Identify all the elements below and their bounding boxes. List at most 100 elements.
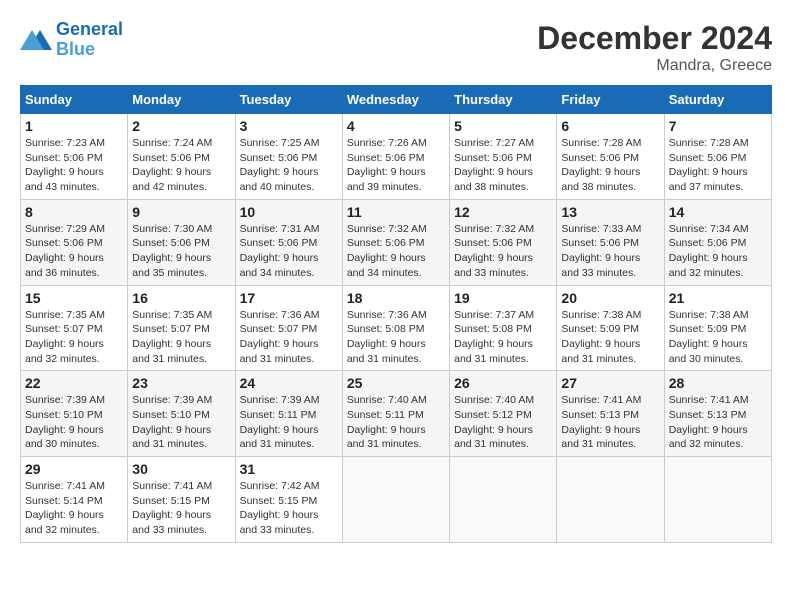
day-info: Sunrise: 7:27 AM Sunset: 5:06 PM Dayligh…	[454, 136, 552, 195]
day-info: Sunrise: 7:33 AM Sunset: 5:06 PM Dayligh…	[561, 222, 659, 281]
day-number: 31	[240, 461, 338, 477]
day-info: Sunrise: 7:35 AM Sunset: 5:07 PM Dayligh…	[25, 308, 123, 367]
calendar-cell: 4 Sunrise: 7:26 AM Sunset: 5:06 PM Daylig…	[342, 114, 449, 200]
day-number: 21	[669, 290, 767, 306]
day-number: 1	[25, 118, 123, 134]
day-number: 7	[669, 118, 767, 134]
day-info: Sunrise: 7:32 AM Sunset: 5:06 PM Dayligh…	[454, 222, 552, 281]
day-info: Sunrise: 7:28 AM Sunset: 5:06 PM Dayligh…	[669, 136, 767, 195]
calendar-cell: 26 Sunrise: 7:40 AM Sunset: 5:12 PM Dayli…	[450, 371, 557, 457]
day-number: 20	[561, 290, 659, 306]
day-number: 22	[25, 375, 123, 391]
calendar-cell: 16Sunrise: 7:35 AM Sunset: 5:07 PM Dayli…	[128, 285, 235, 371]
day-info: Sunrise: 7:42 AM Sunset: 5:15 PM Dayligh…	[240, 479, 338, 538]
day-info: Sunrise: 7:29 AM Sunset: 5:06 PM Dayligh…	[25, 222, 123, 281]
calendar-cell: 2Sunrise: 7:24 AM Sunset: 5:06 PM Daylig…	[128, 114, 235, 200]
day-info: Sunrise: 7:26 AM Sunset: 5:06 PM Dayligh…	[347, 136, 445, 195]
calendar-cell: 22 Sunrise: 7:39 AM Sunset: 5:10 PM Dayli…	[21, 371, 128, 457]
weekday-label: Tuesday	[235, 86, 342, 114]
day-info: Sunrise: 7:25 AM Sunset: 5:06 PM Dayligh…	[240, 136, 338, 195]
location: Mandra, Greece	[537, 57, 772, 75]
day-info: Sunrise: 7:31 AM Sunset: 5:06 PM Dayligh…	[240, 222, 338, 281]
calendar-cell: 21 Sunrise: 7:38 AM Sunset: 5:09 PM Dayli…	[664, 285, 771, 371]
logo: General Blue	[20, 20, 123, 60]
calendar-cell: 8 Sunrise: 7:29 AM Sunset: 5:06 PM Daylig…	[21, 199, 128, 285]
day-number: 2	[132, 118, 230, 134]
weekday-header-row: SundayMondayTuesdayWednesdayThursdayFrid…	[21, 86, 772, 114]
day-number: 17	[240, 290, 338, 306]
calendar-week-row: 29 Sunrise: 7:41 AM Sunset: 5:14 PM Dayli…	[21, 457, 772, 543]
day-number: 12	[454, 204, 552, 220]
weekday-label: Sunday	[21, 86, 128, 114]
day-number: 8	[25, 204, 123, 220]
calendar-cell: 12 Sunrise: 7:32 AM Sunset: 5:06 PM Dayli…	[450, 199, 557, 285]
calendar-cell: 13 Sunrise: 7:33 AM Sunset: 5:06 PM Dayli…	[557, 199, 664, 285]
day-info: Sunrise: 7:23 AM Sunset: 5:06 PM Dayligh…	[25, 136, 123, 195]
day-info: Sunrise: 7:36 AM Sunset: 5:07 PM Dayligh…	[240, 308, 338, 367]
month-title: December 2024	[537, 20, 772, 57]
calendar-body: 1 Sunrise: 7:23 AM Sunset: 5:06 PM Daylig…	[21, 114, 772, 543]
calendar-week-row: 22 Sunrise: 7:39 AM Sunset: 5:10 PM Dayli…	[21, 371, 772, 457]
calendar-cell: 14Sunrise: 7:34 AM Sunset: 5:06 PM Dayli…	[664, 199, 771, 285]
calendar-cell: 3Sunrise: 7:25 AM Sunset: 5:06 PM Daylig…	[235, 114, 342, 200]
calendar-cell: 10 Sunrise: 7:31 AM Sunset: 5:06 PM Dayli…	[235, 199, 342, 285]
day-number: 25	[347, 375, 445, 391]
calendar-week-row: 8 Sunrise: 7:29 AM Sunset: 5:06 PM Daylig…	[21, 199, 772, 285]
day-info: Sunrise: 7:38 AM Sunset: 5:09 PM Dayligh…	[669, 308, 767, 367]
day-info: Sunrise: 7:39 AM Sunset: 5:10 PM Dayligh…	[132, 393, 230, 452]
calendar-cell: 18 Sunrise: 7:36 AM Sunset: 5:08 PM Dayli…	[342, 285, 449, 371]
day-number: 27	[561, 375, 659, 391]
day-number: 26	[454, 375, 552, 391]
day-number: 4	[347, 118, 445, 134]
day-info: Sunrise: 7:41 AM Sunset: 5:13 PM Dayligh…	[669, 393, 767, 452]
calendar-cell: 28 Sunrise: 7:41 AM Sunset: 5:13 PM Dayli…	[664, 371, 771, 457]
calendar-cell	[342, 457, 449, 543]
day-number: 29	[25, 461, 123, 477]
day-number: 15	[25, 290, 123, 306]
weekday-label: Monday	[128, 86, 235, 114]
day-info: Sunrise: 7:40 AM Sunset: 5:12 PM Dayligh…	[454, 393, 552, 452]
calendar-cell: 20 Sunrise: 7:38 AM Sunset: 5:09 PM Dayli…	[557, 285, 664, 371]
day-number: 18	[347, 290, 445, 306]
day-number: 19	[454, 290, 552, 306]
day-number: 28	[669, 375, 767, 391]
calendar-cell: 30Sunrise: 7:41 AM Sunset: 5:15 PM Dayli…	[128, 457, 235, 543]
calendar-cell: 15 Sunrise: 7:35 AM Sunset: 5:07 PM Dayli…	[21, 285, 128, 371]
calendar-cell: 17 Sunrise: 7:36 AM Sunset: 5:07 PM Dayli…	[235, 285, 342, 371]
day-info: Sunrise: 7:37 AM Sunset: 5:08 PM Dayligh…	[454, 308, 552, 367]
calendar-cell: 1 Sunrise: 7:23 AM Sunset: 5:06 PM Daylig…	[21, 114, 128, 200]
weekday-label: Friday	[557, 86, 664, 114]
calendar-cell: 7 Sunrise: 7:28 AM Sunset: 5:06 PM Daylig…	[664, 114, 771, 200]
calendar-cell: 5 Sunrise: 7:27 AM Sunset: 5:06 PM Daylig…	[450, 114, 557, 200]
calendar-cell: 6 Sunrise: 7:28 AM Sunset: 5:06 PM Daylig…	[557, 114, 664, 200]
calendar-cell	[450, 457, 557, 543]
day-number: 14	[669, 204, 767, 220]
day-info: Sunrise: 7:39 AM Sunset: 5:10 PM Dayligh…	[25, 393, 123, 452]
day-number: 10	[240, 204, 338, 220]
day-number: 13	[561, 204, 659, 220]
day-info: Sunrise: 7:38 AM Sunset: 5:09 PM Dayligh…	[561, 308, 659, 367]
calendar-week-row: 1 Sunrise: 7:23 AM Sunset: 5:06 PM Daylig…	[21, 114, 772, 200]
logo-text: General Blue	[56, 20, 123, 60]
day-number: 23	[132, 375, 230, 391]
day-number: 6	[561, 118, 659, 134]
calendar-cell	[664, 457, 771, 543]
day-info: Sunrise: 7:32 AM Sunset: 5:06 PM Dayligh…	[347, 222, 445, 281]
day-info: Sunrise: 7:36 AM Sunset: 5:08 PM Dayligh…	[347, 308, 445, 367]
day-info: Sunrise: 7:28 AM Sunset: 5:06 PM Dayligh…	[561, 136, 659, 195]
calendar-cell: 24Sunrise: 7:39 AM Sunset: 5:11 PM Dayli…	[235, 371, 342, 457]
page-header: General Blue December 2024 Mandra, Greec…	[20, 20, 772, 75]
calendar-cell: 11Sunrise: 7:32 AM Sunset: 5:06 PM Dayli…	[342, 199, 449, 285]
calendar-cell	[557, 457, 664, 543]
weekday-label: Saturday	[664, 86, 771, 114]
weekday-label: Thursday	[450, 86, 557, 114]
calendar-cell: 31 Sunrise: 7:42 AM Sunset: 5:15 PM Dayli…	[235, 457, 342, 543]
day-info: Sunrise: 7:39 AM Sunset: 5:11 PM Dayligh…	[240, 393, 338, 452]
day-info: Sunrise: 7:41 AM Sunset: 5:14 PM Dayligh…	[25, 479, 123, 538]
calendar-cell: 27Sunrise: 7:41 AM Sunset: 5:13 PM Dayli…	[557, 371, 664, 457]
day-number: 5	[454, 118, 552, 134]
day-number: 16	[132, 290, 230, 306]
calendar-week-row: 15 Sunrise: 7:35 AM Sunset: 5:07 PM Dayli…	[21, 285, 772, 371]
calendar-cell: 25Sunrise: 7:40 AM Sunset: 5:11 PM Dayli…	[342, 371, 449, 457]
calendar-cell: 29 Sunrise: 7:41 AM Sunset: 5:14 PM Dayli…	[21, 457, 128, 543]
